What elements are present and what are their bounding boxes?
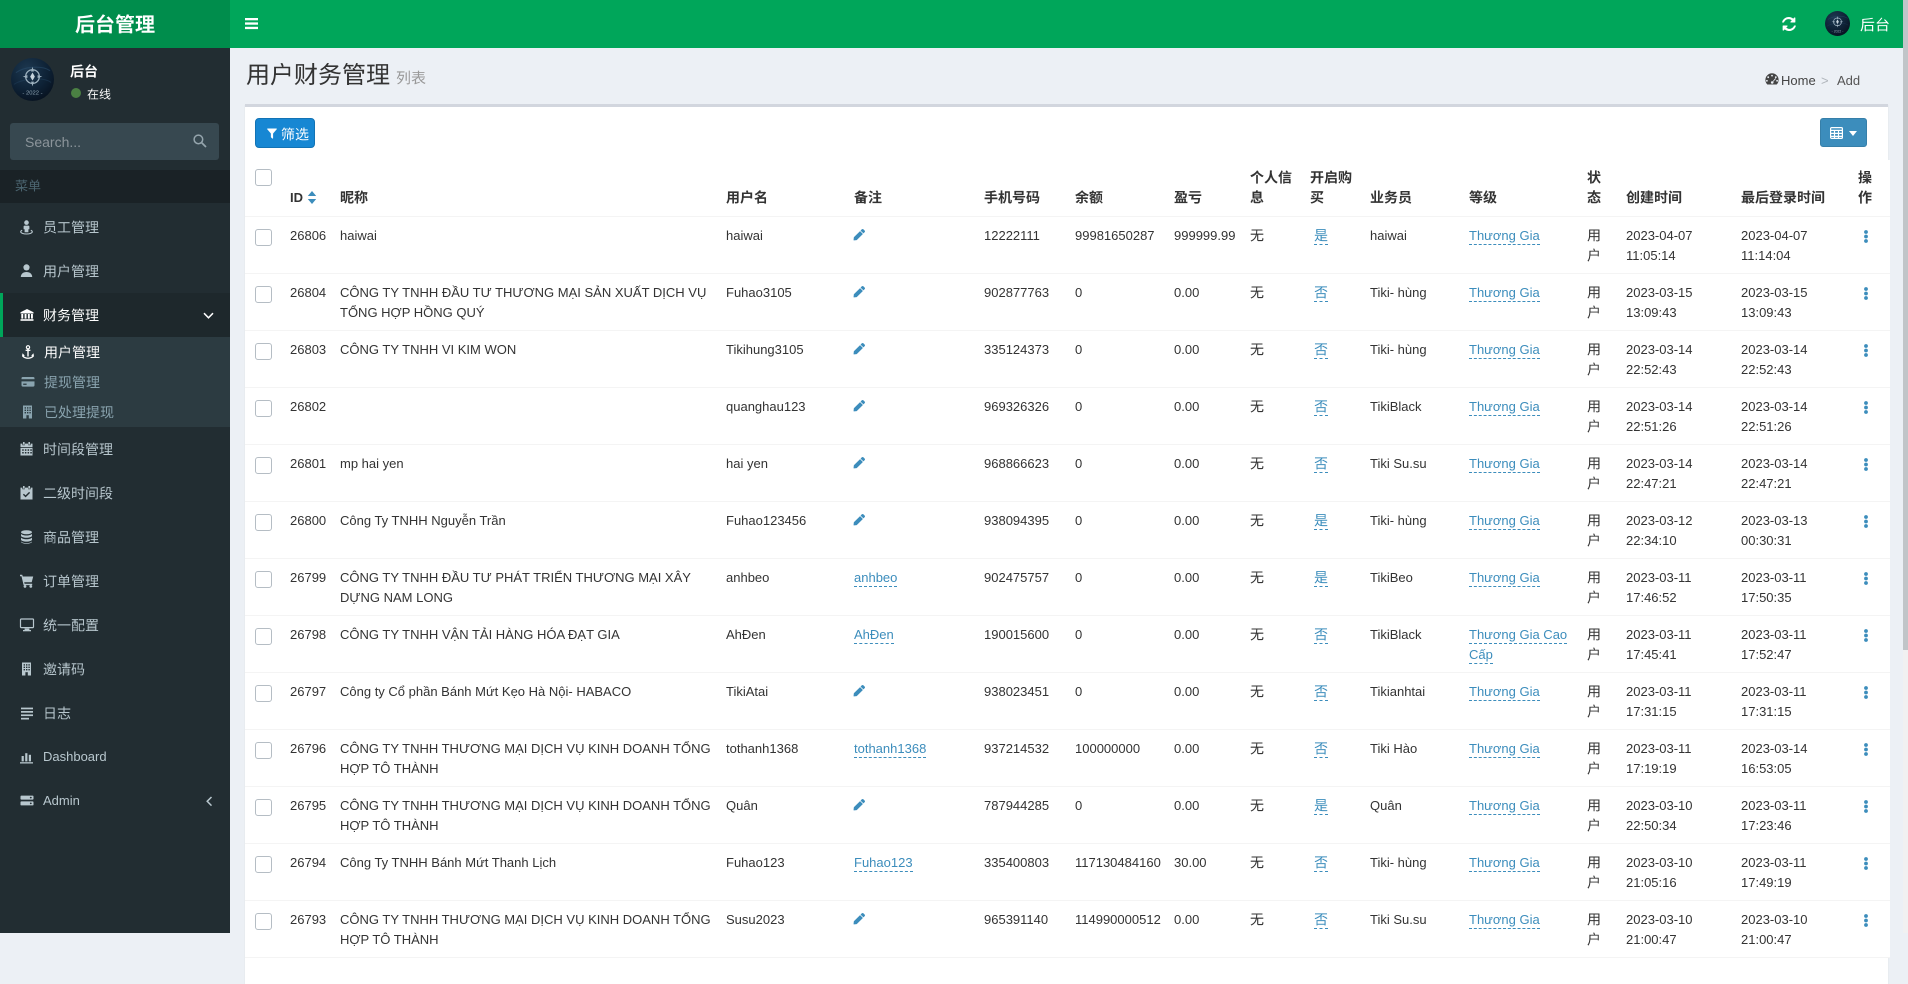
svg-text:- 2022 -: - 2022 -: [1832, 29, 1844, 33]
svg-text:- 2022 -: - 2022 -: [22, 91, 42, 97]
